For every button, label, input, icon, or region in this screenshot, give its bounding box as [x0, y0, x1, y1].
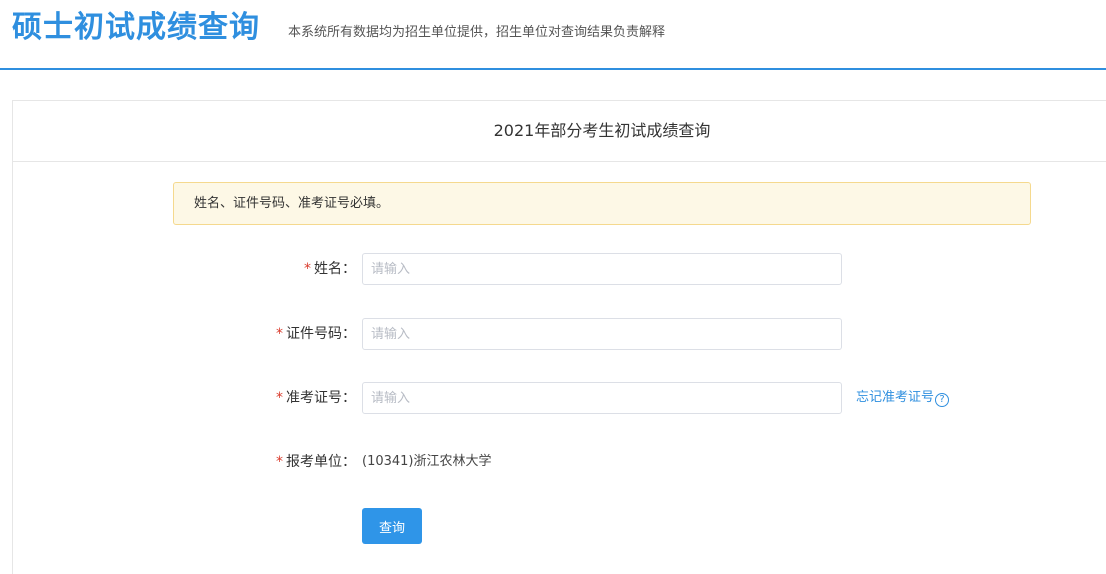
form-row-unit: * 报考单位： (10341)浙江农林大学 [13, 446, 1106, 478]
exam-number-label: * 准考证号： [276, 382, 356, 414]
panel-title-bar: 2021年部分考生初试成绩查询 [13, 101, 1106, 162]
exam-number-label-text: 准考证号： [286, 390, 356, 406]
panel-title: 2021年部分考生初试成绩查询 [493, 121, 711, 140]
name-label-text: 姓名： [314, 261, 356, 277]
question-circle-icon: ? [935, 393, 950, 407]
site-title: 硕士初试成绩查询 [12, 10, 260, 45]
id-number-label-text: 证件号码： [286, 326, 356, 342]
name-label: * 姓名： [304, 253, 356, 285]
query-button[interactable]: 查询 [362, 508, 422, 544]
forgot-exam-number-text: 忘记准考证号 [856, 390, 935, 405]
form-row-id-number: * 证件号码： [13, 318, 1106, 350]
forgot-exam-number-link[interactable]: 忘记准考证号? [856, 382, 950, 414]
required-fields-notice: 姓名、证件号码、准考证号必填。 [173, 182, 1031, 225]
page-header: 硕士初试成绩查询 本系统所有数据均为招生单位提供，招生单位对查询结果负责解释 [0, 0, 1106, 70]
site-subtitle: 本系统所有数据均为招生单位提供，招生单位对查询结果负责解释 [288, 25, 666, 40]
query-panel: 2021年部分考生初试成绩查询 姓名、证件号码、准考证号必填。 *姓名： *证件… [12, 100, 1106, 574]
required-mark: * [276, 326, 283, 342]
unit-value: (10341)浙江农林大学 [362, 454, 492, 469]
required-mark: * [304, 261, 311, 277]
unit-label-text: 报考单位： [286, 454, 356, 470]
exam-number-input[interactable] [362, 382, 842, 414]
form-row-name: * 姓名： [13, 253, 1106, 285]
required-mark: * [276, 390, 283, 406]
id-number-input[interactable] [362, 318, 842, 350]
form-row-exam-number: *准考证号： 忘记准考证号? [13, 382, 1106, 414]
required-mark: * [276, 454, 283, 470]
id-number-label: * 证件号码： [276, 318, 356, 350]
unit-label: * 报考单位： [276, 446, 356, 478]
name-input[interactable] [362, 253, 842, 285]
